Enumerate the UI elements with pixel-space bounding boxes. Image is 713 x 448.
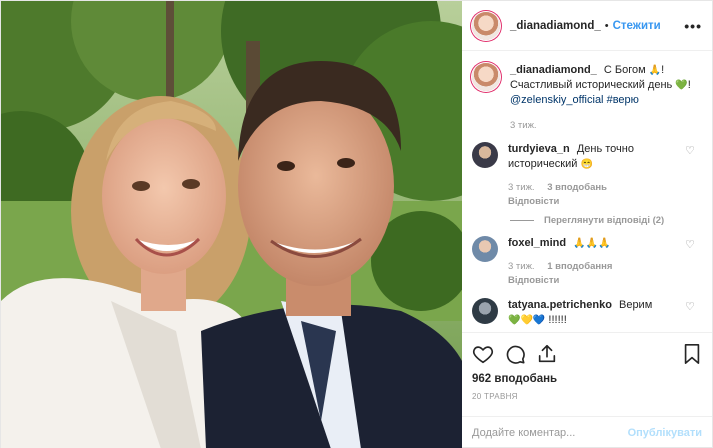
comments-list[interactable]: _dianadiamond_ С Богом 🙏! Счастливый ист… <box>462 51 712 332</box>
photo-illustration <box>1 1 462 448</box>
comment-likes[interactable]: 1 вподобання <box>547 261 612 272</box>
comment-like-icon[interactable]: ♡ <box>685 146 696 157</box>
like-heart-icon[interactable] <box>472 343 494 365</box>
comment-time[interactable]: 3 тиж. <box>508 261 535 272</box>
comment-row: foxel_mind 🙏🙏🙏 3 тиж. 1 вподобання Відпо… <box>472 236 702 288</box>
comment-row: turdyieva_n День точно исторический 😁 3 … <box>472 142 702 209</box>
instagram-post: _dianadiamond_ • Стежити ••• _dianadiamo… <box>0 0 713 448</box>
grin-emoji: 😁 <box>580 159 593 170</box>
share-icon[interactable] <box>536 343 558 365</box>
hearts-emoji: 💚💛💙 <box>508 315 546 326</box>
caption-row: _dianadiamond_ С Богом 🙏! Счастливый ист… <box>472 63 702 132</box>
caption-text-3: Счастливый исторический день <box>510 79 673 91</box>
comment-body: turdyieva_n День точно исторический 😁 3 … <box>508 142 702 209</box>
comment-like-icon[interactable]: ♡ <box>685 240 696 251</box>
comment-likes[interactable]: 3 вподобань <box>547 182 607 193</box>
comment-bubble-icon[interactable] <box>504 343 526 365</box>
comment-avatar[interactable] <box>472 236 498 262</box>
more-options-icon[interactable]: ••• <box>684 18 702 34</box>
comment-row: tatyana.petrichenko Верим 💚💛💙 !!!!!! ♡ <box>472 298 702 328</box>
post-date[interactable]: 20 ТРАВНЯ <box>472 392 702 401</box>
caption-text-4: ! <box>687 79 691 91</box>
comment-avatar[interactable] <box>472 298 498 324</box>
reply-button[interactable]: Відповісти <box>508 273 676 288</box>
caption-avatar[interactable] <box>472 63 500 91</box>
comment-time[interactable]: 3 тиж. <box>508 182 535 193</box>
praying-hands-emoji: 🙏 <box>648 65 662 76</box>
comment-text: Верим <box>618 299 653 311</box>
post-photo[interactable] <box>1 1 462 448</box>
bookmark-icon[interactable] <box>682 343 702 365</box>
comment-username[interactable]: turdyieva_n <box>508 143 570 155</box>
comment-body: tatyana.petrichenko Верим 💚💛💙 !!!!!! <box>508 298 702 328</box>
view-replies-line <box>510 220 534 221</box>
caption-text-1: С Богом <box>603 64 646 76</box>
comment-like-icon[interactable]: ♡ <box>685 302 696 313</box>
reply-button[interactable]: Відповісти <box>508 194 676 209</box>
follow-button[interactable]: Стежити <box>613 20 661 32</box>
caption-mention-link[interactable]: @zelenskiy_official <box>510 94 604 106</box>
view-replies-label: Переглянути відповіді (2) <box>544 215 665 226</box>
add-comment-input[interactable] <box>472 427 628 439</box>
action-icons <box>472 341 702 367</box>
green-heart-emoji: 💚 <box>675 80 688 91</box>
add-comment-bar: Опублікувати <box>462 416 712 448</box>
caption-username[interactable]: _dianadiamond_ <box>510 64 597 76</box>
comment-meta: 3 тиж. 1 вподобання <box>508 261 676 273</box>
post-side-panel: _dianadiamond_ • Стежити ••• _dianadiamo… <box>462 1 712 448</box>
comment-extra: !!!!!! <box>548 314 567 326</box>
comment-meta: 3 тиж. 3 вподобань <box>508 182 676 194</box>
caption-body: _dianadiamond_ С Богом 🙏! Счастливый ист… <box>510 63 702 132</box>
author-username[interactable]: _dianadiamond_ <box>510 20 601 32</box>
comment-body: foxel_mind 🙏🙏🙏 3 тиж. 1 вподобання Відпо… <box>508 236 702 288</box>
publish-button[interactable]: Опублікувати <box>628 427 702 439</box>
author-avatar[interactable] <box>472 11 500 40</box>
likes-count[interactable]: 962 вподобань <box>472 373 702 385</box>
view-replies-button[interactable]: Переглянути відповіді (2) <box>510 215 702 226</box>
post-header: _dianadiamond_ • Стежити ••• <box>462 1 712 51</box>
caption-hashtag-link[interactable]: #верю <box>607 94 639 106</box>
comment-username[interactable]: foxel_mind <box>508 237 566 249</box>
header-separator: • <box>604 19 609 32</box>
comment-avatar[interactable] <box>472 142 498 168</box>
caption-time[interactable]: 3 тиж. <box>510 120 702 132</box>
comment-username[interactable]: tatyana.petrichenko <box>508 299 612 311</box>
post-actions: 962 вподобань 20 ТРАВНЯ <box>462 332 712 416</box>
caption-text-2: ! <box>661 64 665 76</box>
praying-hands-emoji: 🙏🙏🙏 <box>573 238 611 249</box>
